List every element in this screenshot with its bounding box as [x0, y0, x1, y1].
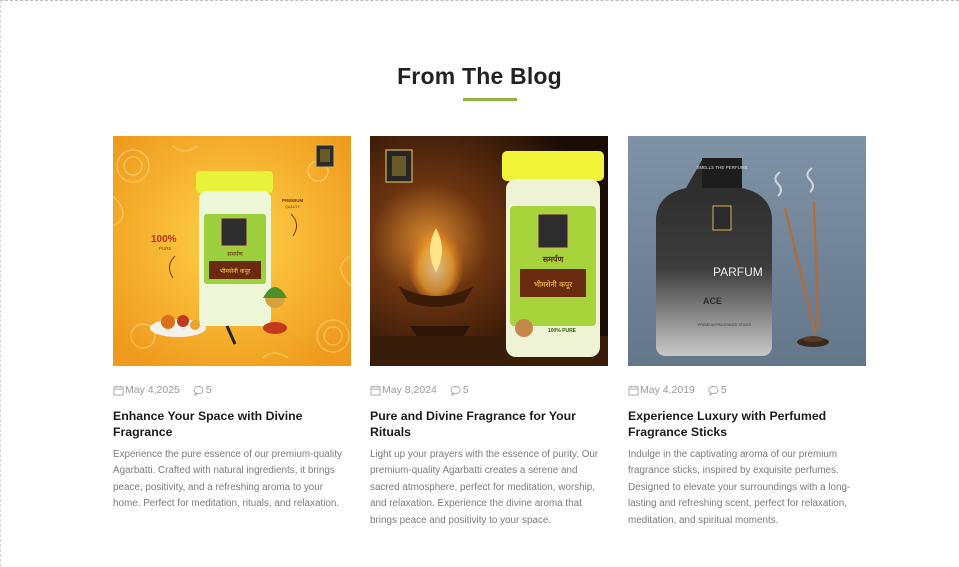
comment-icon — [450, 385, 461, 396]
post-meta: May 4,2025 5 — [113, 383, 351, 397]
pack-variant: ACE — [703, 296, 722, 306]
post-excerpt: Light up your prayers with the essence o… — [370, 449, 599, 526]
jar-brand: समर्पण — [542, 254, 565, 264]
post-meta: May 4,2019 5 — [628, 383, 866, 397]
pack-sub: PREMIUM FRAGRANCE STICKS — [698, 323, 752, 327]
post-thumbnail[interactable]: SMELLS THE PERFUME PARFUM ACE PREMIUM FR… — [628, 136, 866, 366]
jar-brand: समर्पण — [227, 250, 243, 258]
jar-tag: 100% PURE — [548, 328, 577, 334]
post-date: May 4,2025 — [125, 384, 180, 396]
pack-name: PARFUM — [713, 265, 763, 279]
post-date: May 4,2019 — [640, 384, 695, 396]
badge-subtext: PURE — [159, 246, 172, 251]
badge-text: 100% — [151, 234, 177, 245]
section-title: From The Blog — [397, 63, 562, 89]
comment-icon — [708, 385, 719, 396]
post-meta: May 8,2024 5 — [370, 383, 608, 397]
post-excerpt: Indulge in the captivating aroma of our … — [628, 449, 851, 526]
post-title-link[interactable]: Experience Luxury with Perfumed Fragranc… — [628, 408, 866, 440]
post-title-link[interactable]: Pure and Divine Fragrance for Your Ritua… — [370, 408, 608, 440]
calendar-icon — [113, 384, 124, 396]
post-excerpt: Experience the pure essence of our premi… — [113, 449, 342, 510]
post-thumbnail[interactable]: 100% PURE PREMIUM QUALITY समर्पण भीमसेनी… — [113, 136, 351, 366]
jar-product: भीमसेनी कपूर — [220, 267, 251, 275]
title-underline — [463, 98, 517, 101]
calendar-icon — [628, 384, 639, 396]
comment-count: 5 — [205, 384, 212, 396]
calendar-icon — [370, 384, 381, 396]
comment-count: 5 — [462, 384, 469, 396]
blog-card: SMELLS THE PERFUME PARFUM ACE PREMIUM FR… — [628, 136, 866, 529]
post-thumbnail[interactable]: समर्पण भीमसेनी कपूर 100% PURE — [370, 136, 608, 366]
pack-top: SMELLS THE PERFUME — [696, 165, 747, 170]
premium-subtext: QUALITY — [285, 205, 301, 209]
jar-product: भीमसेनी कपूर — [534, 280, 573, 290]
comment-icon — [193, 385, 204, 396]
post-title-link[interactable]: Enhance Your Space with Divine Fragrance — [113, 408, 351, 440]
blog-card: 100% PURE PREMIUM QUALITY समर्पण भीमसेनी… — [113, 136, 351, 513]
comment-count: 5 — [720, 384, 727, 396]
premium-text: PREMIUM — [282, 198, 304, 203]
blog-card: समर्पण भीमसेनी कपूर 100% PURE May 8,2024… — [370, 136, 608, 529]
post-date: May 8,2024 — [382, 384, 437, 396]
